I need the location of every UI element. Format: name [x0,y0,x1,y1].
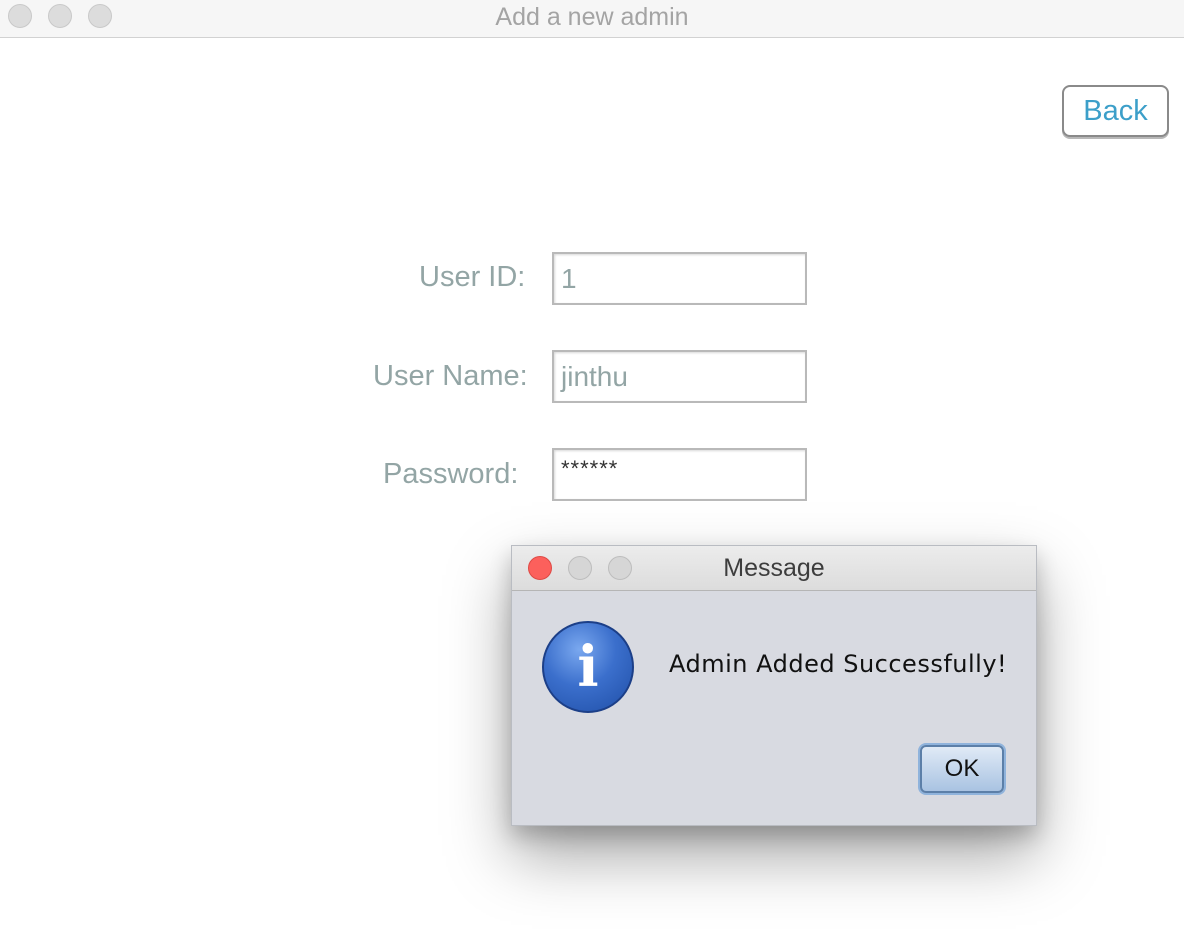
dialog-titlebar: Message [512,546,1036,591]
user-id-value: 1 [561,262,577,294]
user-id-field[interactable]: 1 [552,252,807,305]
password-label: Password: [383,458,519,490]
password-field[interactable]: ****** [552,448,807,501]
user-id-label: User ID: [419,261,526,293]
password-value: ****** [561,456,619,481]
ok-button[interactable]: OK [920,745,1004,793]
window-titlebar: Add a new admin [0,0,1184,38]
user-name-field[interactable]: jinthu [552,350,807,403]
user-name-label: User Name: [373,360,528,392]
message-dialog: Message i Admin Added Successfully! OK [511,545,1037,826]
dialog-message: Admin Added Successfully! [669,650,1008,678]
window-title: Add a new admin [495,3,689,31]
dialog-title: Message [723,554,825,582]
user-name-value: jinthu [561,360,628,392]
back-button[interactable]: Back [1062,85,1169,137]
info-icon: i [542,621,634,713]
